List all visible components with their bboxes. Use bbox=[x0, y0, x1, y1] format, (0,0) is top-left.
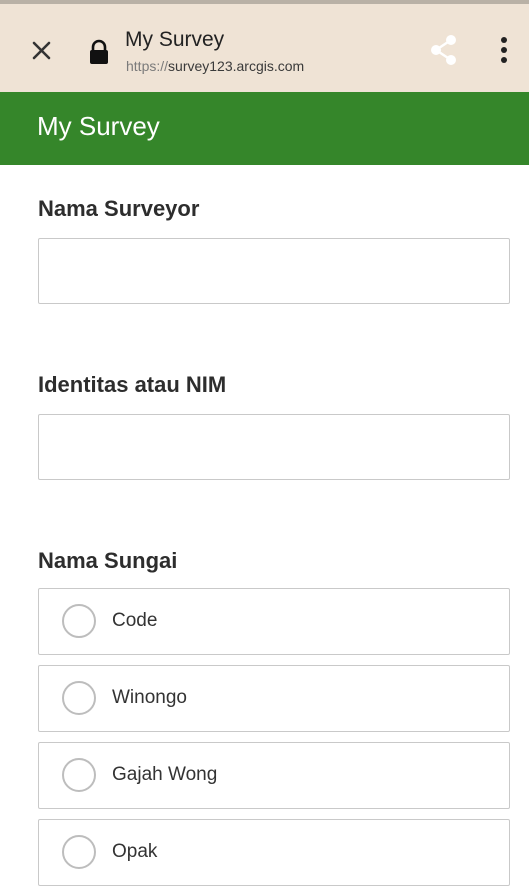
radio-button[interactable] bbox=[62, 835, 96, 869]
river-option-label: Opak bbox=[112, 841, 158, 862]
close-icon bbox=[32, 41, 51, 60]
river-option-opak[interactable]: Opak bbox=[38, 819, 510, 886]
browser-toolbar: My Survey https://survey123.arcgis.com bbox=[0, 4, 529, 92]
surveyor-name-label: Nama Surveyor bbox=[38, 196, 200, 221]
radio-button[interactable] bbox=[62, 604, 96, 638]
lock-icon bbox=[88, 39, 110, 65]
survey-title: My Survey bbox=[37, 111, 160, 141]
river-option-code[interactable]: Code bbox=[38, 588, 510, 655]
river-name-label: Nama Sungai bbox=[38, 548, 178, 573]
radio-button[interactable] bbox=[62, 758, 96, 792]
close-button[interactable] bbox=[18, 26, 64, 72]
radio-button[interactable] bbox=[62, 681, 96, 715]
river-option-label: Winongo bbox=[112, 687, 187, 708]
river-option-label: Code bbox=[112, 610, 158, 631]
browser-page-title: My Survey bbox=[125, 28, 225, 51]
survey-header: My Survey bbox=[0, 92, 529, 165]
url-host: survey123.arcgis.com bbox=[168, 58, 305, 74]
river-option-gajah-wong[interactable]: Gajah Wong bbox=[38, 742, 510, 809]
river-option-winongo[interactable]: Winongo bbox=[38, 665, 510, 732]
share-icon bbox=[431, 35, 456, 65]
more-options-button[interactable] bbox=[492, 30, 516, 70]
url-scheme: https:// bbox=[126, 58, 169, 74]
river-option-label: Gajah Wong bbox=[112, 764, 218, 785]
more-vertical-icon bbox=[501, 37, 507, 63]
identity-input[interactable] bbox=[38, 414, 510, 480]
surveyor-name-input[interactable] bbox=[38, 238, 510, 304]
identity-label: Identitas atau NIM bbox=[38, 372, 227, 397]
share-button[interactable] bbox=[424, 30, 464, 70]
browser-url: https://survey123.arcgis.com bbox=[126, 58, 304, 74]
